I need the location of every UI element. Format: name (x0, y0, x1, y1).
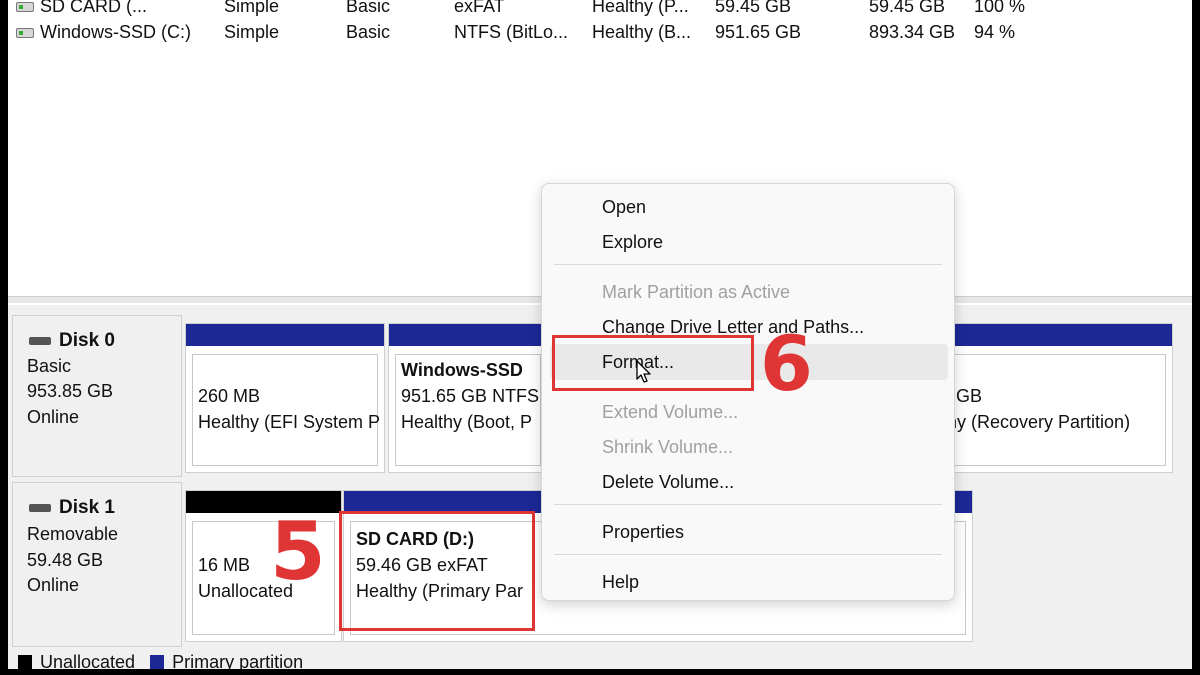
disk-state: Online (27, 575, 80, 595)
context-menu: Open Explore Mark Partition as Active Ch… (541, 183, 955, 601)
volume-layout: Simple (224, 0, 280, 16)
volume-capacity: 951.65 GB (715, 22, 802, 42)
volume-type: Basic (346, 22, 391, 42)
disk-management-window: SD CARD (... Simple Basic exFAT Healthy … (8, 0, 1192, 669)
volume-percent-free: 94 % (974, 22, 1016, 42)
drive-icon (16, 28, 34, 38)
disk-1-label[interactable]: Disk 1 Removable 59.48 GB Online (12, 482, 182, 647)
volume-filesystem: NTFS (BitLo... (454, 22, 569, 42)
menu-item-properties[interactable]: Properties (602, 522, 684, 543)
partition-status: thy (Recovery Partition) (942, 412, 1131, 432)
disk-kind: Basic (27, 356, 72, 376)
volume-name: Windows-SSD (C:) (40, 22, 192, 42)
drive-icon (16, 2, 34, 12)
menu-separator (554, 504, 942, 505)
volume-percent-free: 100 % (974, 0, 1026, 16)
primary-swatch (150, 655, 165, 669)
menu-item-shrink-volume: Shrink Volume... (602, 437, 734, 457)
primary-partition-bar (944, 324, 1172, 346)
volume-capacity: 59.45 GB (715, 0, 792, 16)
partition-name: Windows-SSD (401, 360, 523, 380)
partition-status: Healthy (Boot, P (401, 412, 533, 432)
partition-legend: Unallocated Primary partition (18, 652, 303, 669)
volume-name: SD CARD (... (40, 0, 148, 16)
volume-type: Basic (346, 0, 391, 16)
primary-partition-bar (389, 324, 547, 346)
volume-free: 59.45 GB (869, 0, 946, 16)
partition-status: Healthy (EFI System P (198, 412, 381, 432)
partition-size: GB (956, 386, 983, 406)
partition-efi[interactable]: 260 MB Healthy (EFI System P (185, 323, 385, 473)
volume-free: 893.34 GB (869, 22, 956, 42)
partition-size: 260 MB (198, 386, 261, 406)
primary-partition-bar (186, 324, 384, 346)
disk-title: Disk 1 (59, 497, 115, 518)
disk-icon (29, 504, 51, 512)
legend-primary: Primary partition (172, 652, 304, 669)
partition-recovery[interactable]: GB thy (Recovery Partition) (942, 323, 1173, 473)
disk-size: 59.48 GB (27, 550, 104, 570)
unallocated-swatch (18, 655, 32, 669)
menu-item-delete-volume[interactable]: Delete Volume... (602, 472, 734, 493)
volume-filesystem: exFAT (454, 0, 505, 16)
menu-separator (554, 554, 942, 555)
menu-item-open[interactable]: Open (602, 197, 646, 218)
menu-item-help[interactable]: Help (602, 572, 639, 593)
partition-size: 16 MB (198, 555, 251, 575)
volume-status: Healthy (B... (592, 22, 692, 42)
volume-layout: Simple (224, 22, 280, 42)
disk-title: Disk 0 (59, 330, 115, 351)
disk-state: Online (27, 407, 80, 427)
step-number-6: 6 (760, 319, 813, 408)
volume-row-sd-card[interactable]: SD CARD (... Simple Basic exFAT Healthy … (8, 0, 1192, 20)
callout-sd-card (339, 511, 535, 631)
disk-size: 953.85 GB (27, 381, 114, 401)
partition-size: 951.65 GB NTFS (401, 386, 540, 406)
disk-icon (29, 337, 51, 345)
disk-kind: Removable (27, 524, 119, 544)
menu-separator (554, 264, 942, 265)
menu-item-extend-volume: Extend Volume... (602, 402, 739, 422)
volume-row-windows-ssd[interactable]: Windows-SSD (C:) Simple Basic NTFS (BitL… (8, 20, 1192, 46)
step-number-5: 5 (270, 505, 326, 598)
menu-item-mark-active: Mark Partition as Active (602, 282, 791, 302)
menu-item-explore[interactable]: Explore (602, 232, 663, 253)
callout-format (552, 335, 754, 391)
partition-windows-ssd[interactable]: Windows-SSD 951.65 GB NTFS Healthy (Boot… (388, 323, 548, 473)
volume-status: Healthy (P... (592, 0, 689, 16)
legend-unallocated: Unallocated (40, 652, 136, 669)
disk-0-label[interactable]: Disk 0 Basic 953.85 GB Online (12, 315, 182, 477)
